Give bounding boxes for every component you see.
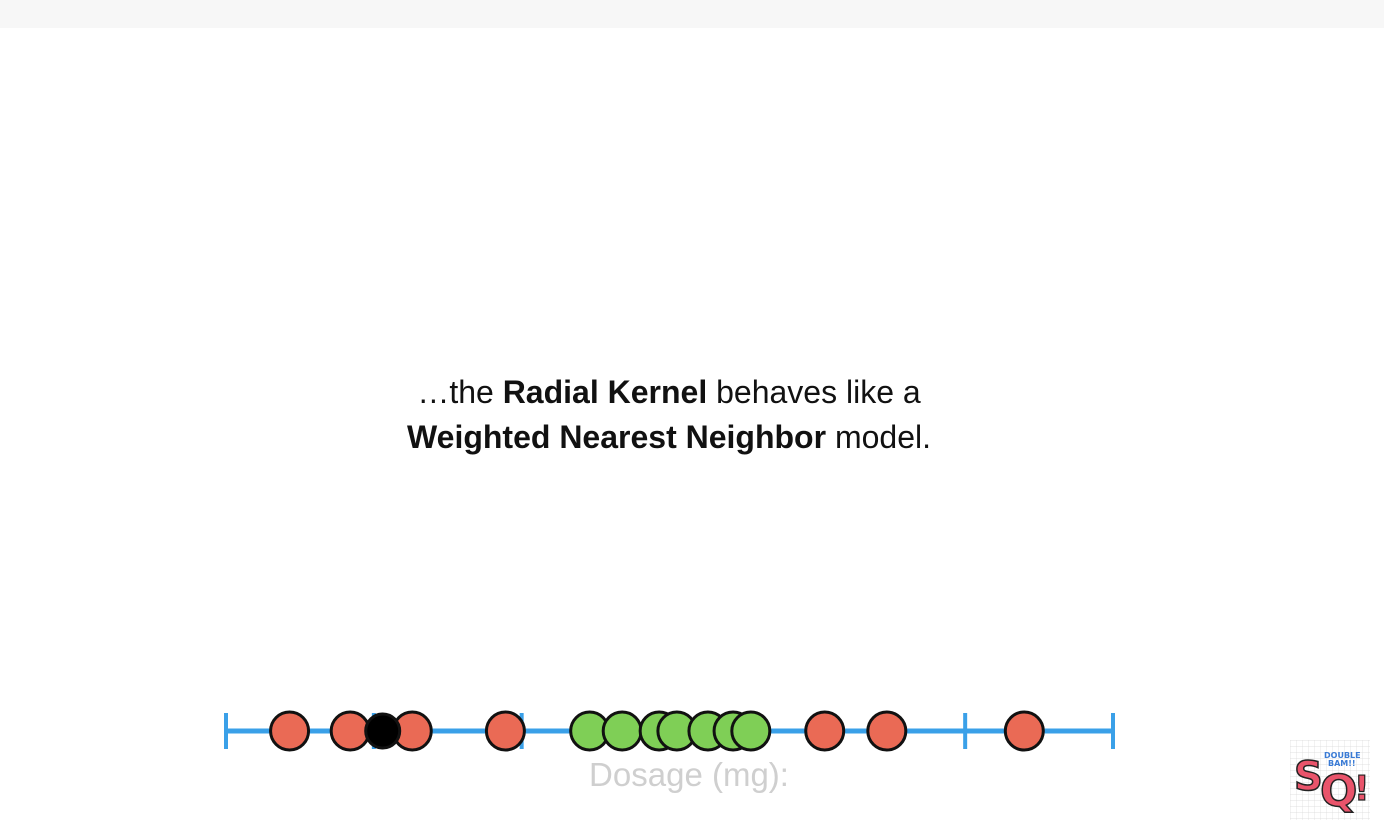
green-data-point xyxy=(730,710,772,752)
red-data-point xyxy=(866,710,908,752)
axis-label: Dosage (mg): xyxy=(589,756,789,793)
red-data-point xyxy=(329,710,371,752)
red-data-point xyxy=(1003,710,1045,752)
svg-text:S: S xyxy=(1294,754,1323,800)
svg-text:Q: Q xyxy=(1320,766,1357,817)
statquest-logo: S Q ! DOUBLE BAM!! xyxy=(1290,740,1370,820)
green-data-point xyxy=(601,710,643,752)
red-data-point xyxy=(484,710,526,752)
svg-text:!: ! xyxy=(1354,769,1370,809)
number-line-plot xyxy=(224,710,1115,752)
new-observation-point xyxy=(364,712,402,750)
svg-text:BAM!!: BAM!! xyxy=(1328,759,1356,768)
red-data-point xyxy=(804,710,846,752)
red-data-point xyxy=(269,710,311,752)
